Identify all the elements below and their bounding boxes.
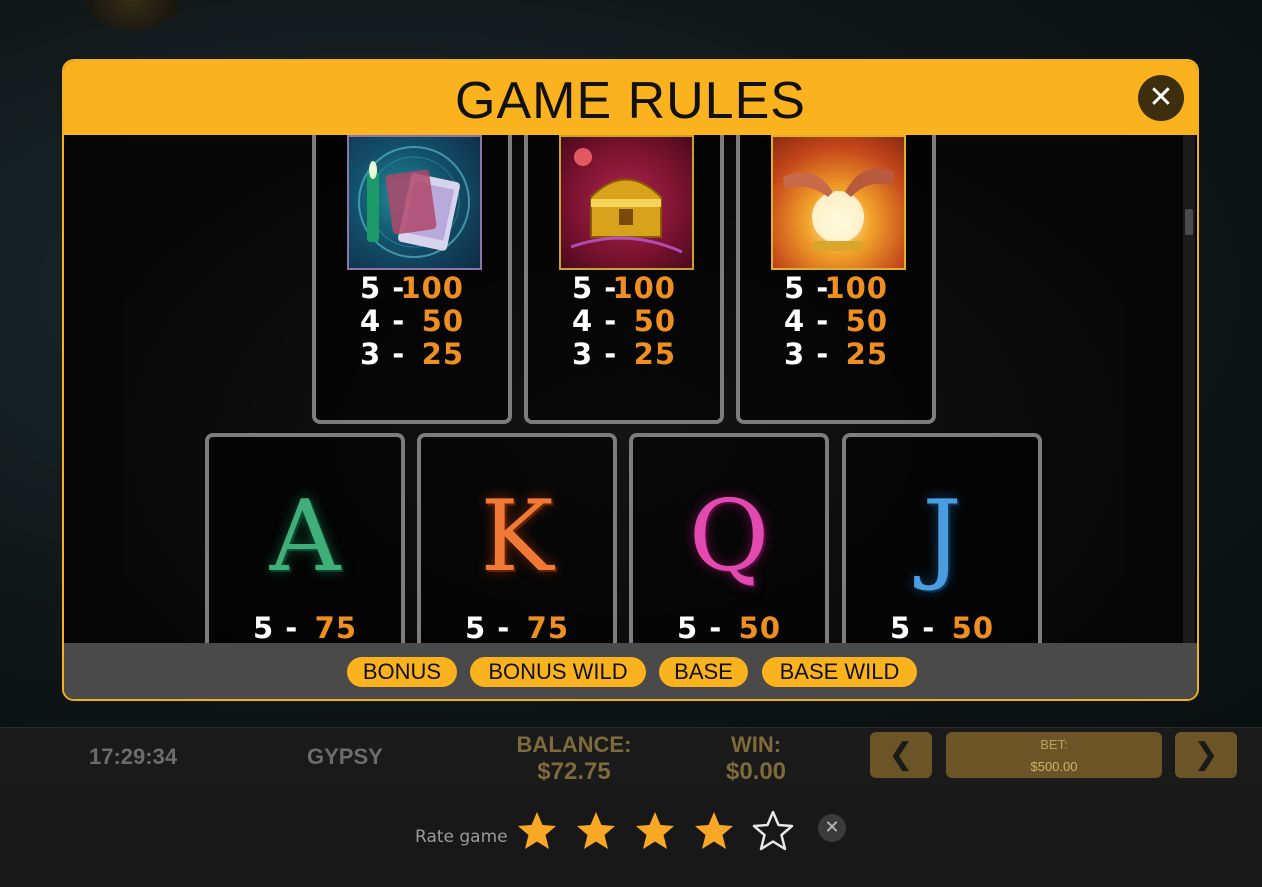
- balance-label: BALANCE:: [516, 732, 632, 757]
- paytable-card: J 5 -50: [842, 433, 1042, 643]
- star-icon[interactable]: [751, 809, 795, 853]
- bet-display: BET: $500.00: [946, 732, 1162, 778]
- win-label: WIN:: [730, 732, 782, 757]
- star-icon[interactable]: [633, 809, 677, 853]
- game-name: GYPSY: [307, 744, 383, 769]
- modal-title: GAME RULES: [455, 72, 806, 130]
- letter-k-symbol-icon: K: [480, 480, 554, 594]
- modal-header: GAME RULES ✕: [64, 61, 1197, 135]
- letter-a-symbol-icon: A: [269, 480, 341, 594]
- letter-q-symbol-icon: Q: [688, 480, 770, 594]
- clock: 17:29:34: [89, 744, 178, 769]
- win-value: $0.00: [725, 758, 787, 785]
- rating-close-button[interactable]: ✕: [818, 814, 846, 842]
- star-icon[interactable]: [692, 809, 736, 853]
- star-icon[interactable]: [515, 809, 559, 853]
- crystal-ball-hands-symbol-icon: [771, 135, 906, 270]
- chevron-left-icon: ❮: [888, 737, 914, 772]
- rating-bar: Rate game ✕: [0, 789, 1262, 887]
- tab-base-wild[interactable]: BASE WILD: [762, 657, 917, 687]
- scrollbar[interactable]: [1183, 135, 1195, 643]
- paytable-card: Q 5 -50: [629, 433, 829, 643]
- close-icon: ✕: [1148, 80, 1174, 115]
- paytable-content[interactable]: 5 -100 4 -50 3 -25 5 -100 4 -50 3 -25 5 …: [64, 135, 1186, 643]
- rules-tab-bar: BONUS BONUS WILD BASE BASE WILD: [64, 643, 1197, 699]
- tab-base[interactable]: BASE: [659, 657, 748, 687]
- tab-bonus[interactable]: BONUS: [347, 657, 457, 687]
- scrollbar-thumb[interactable]: [1185, 209, 1193, 235]
- paytable-card: 5 -100 4 -50 3 -25: [736, 135, 936, 424]
- background-moon: [82, 0, 182, 30]
- chevron-right-icon: ❯: [1193, 737, 1219, 772]
- status-bar: 17:29:34 GYPSY BALANCE: $72.75 WIN: $0.0…: [0, 727, 1262, 790]
- tab-bonus-wild[interactable]: BONUS WILD: [470, 657, 646, 687]
- bet-label: BET:: [1040, 737, 1068, 752]
- paytable-card: 5 -100 4 -50 3 -25: [312, 135, 512, 424]
- letter-j-symbol-icon: J: [922, 480, 962, 594]
- game-rules-modal: GAME RULES ✕ 5 -100 4 -50 3 -25 5 - 100 …: [62, 59, 1199, 701]
- increase-bet-button[interactable]: ❯: [1175, 732, 1237, 778]
- close-icon: ✕: [824, 817, 840, 838]
- win-display: WIN: $0.00: [706, 732, 806, 786]
- treasure-chest-symbol-icon: [559, 135, 694, 270]
- bet-value: $500.00: [1030, 759, 1078, 774]
- close-button[interactable]: ✕: [1138, 75, 1184, 121]
- paytable-card: K 5 -75: [417, 433, 617, 643]
- paytable-card: A 5 -75: [205, 433, 405, 643]
- candle-tarot-cards-symbol-icon: [347, 135, 482, 270]
- paytable-card: 5 -100 4 -50 3 -25: [524, 135, 724, 424]
- star-icon[interactable]: [574, 809, 618, 853]
- balance-value: $72.75: [537, 758, 611, 785]
- decrease-bet-button[interactable]: ❮: [870, 732, 932, 778]
- balance-display: BALANCE: $72.75: [510, 732, 638, 786]
- rate-game-label: Rate game: [415, 827, 508, 847]
